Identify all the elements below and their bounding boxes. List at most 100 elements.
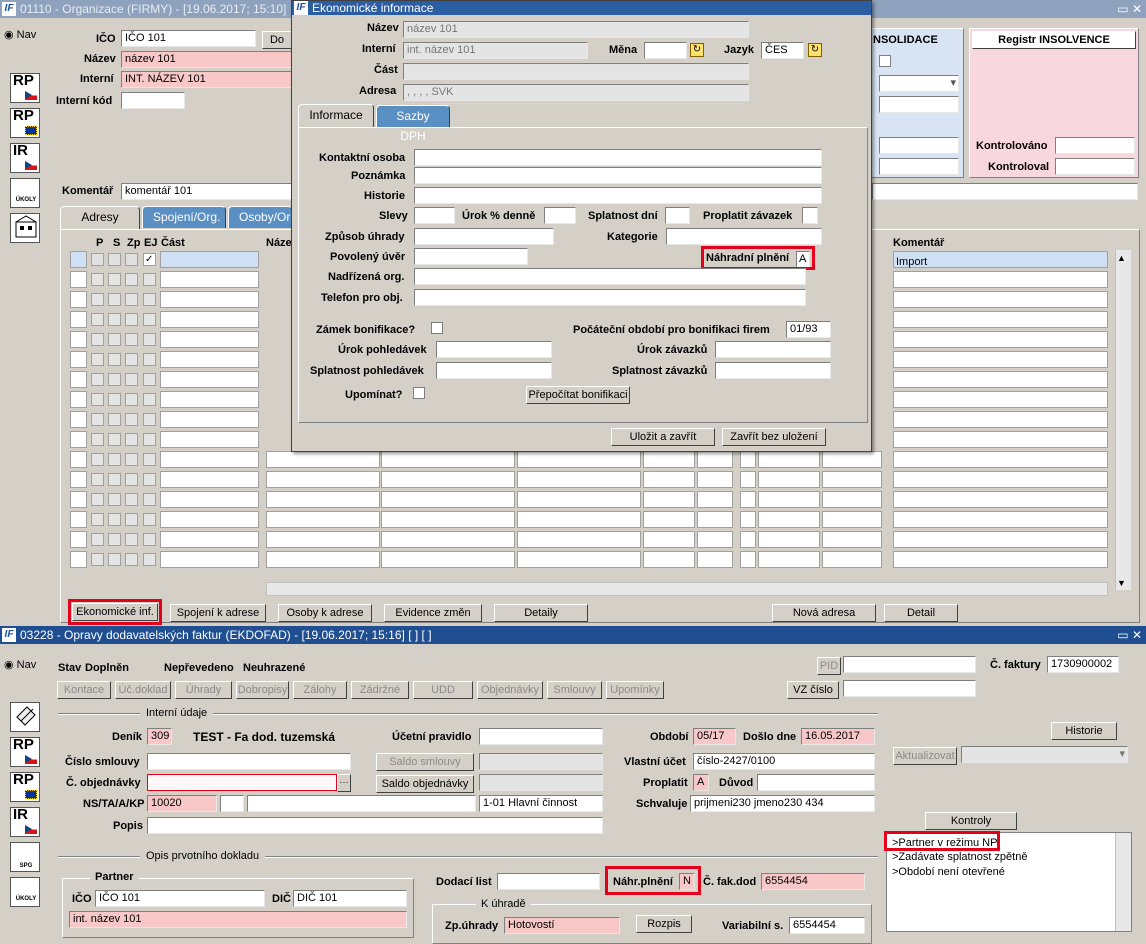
grid-cell[interactable] — [160, 471, 259, 488]
telefon-input[interactable] — [414, 289, 806, 306]
dlg-jazyk-input[interactable]: ČES — [761, 42, 804, 59]
edit-document-icon[interactable] — [10, 702, 40, 732]
proplatit-input-bottom[interactable]: A — [693, 774, 709, 791]
mena-lookup-icon[interactable]: ↻ — [690, 43, 704, 57]
grid-cell[interactable] — [381, 531, 515, 548]
toolbar-upom-nky-button[interactable]: Upomínky — [606, 681, 664, 699]
grid-cell[interactable] — [893, 471, 1108, 488]
grid-cell[interactable] — [160, 451, 259, 468]
schvaluje-input[interactable]: prijmeni230 jmeno230 434 — [690, 795, 875, 812]
grid-cell[interactable] — [160, 351, 259, 368]
grid-checkbox[interactable] — [143, 553, 156, 566]
row-selector[interactable] — [70, 471, 87, 488]
grid-cell[interactable] — [697, 551, 733, 568]
poznamka-input[interactable] — [414, 167, 822, 184]
evidence-zmen-button[interactable]: Evidence změn — [384, 604, 482, 622]
grid-checkbox[interactable] — [143, 373, 156, 386]
toolbar-z-dr-n--button[interactable]: Zádržné — [351, 681, 409, 699]
komentar-input-right[interactable] — [872, 183, 1138, 200]
splatnost-dni-input[interactable] — [665, 207, 690, 224]
grid-checkbox[interactable] — [108, 453, 121, 466]
grid-checkbox[interactable] — [125, 293, 138, 306]
vz-cislo-button[interactable]: VZ číslo — [787, 681, 839, 699]
grid-cell[interactable] — [893, 291, 1108, 308]
grid-cell[interactable] — [160, 391, 259, 408]
row-selector[interactable] — [70, 411, 87, 428]
grid-checkbox[interactable] — [143, 513, 156, 526]
pid-button[interactable]: PID — [817, 657, 841, 675]
grid-checkbox[interactable] — [108, 273, 121, 286]
grid-checkbox[interactable] — [143, 473, 156, 486]
grid-cell[interactable] — [740, 491, 756, 508]
rp-eu-icon-bottom[interactable]: RP — [10, 772, 40, 802]
grid-cell[interactable] — [160, 551, 259, 568]
urok-pohledavek-input[interactable] — [436, 341, 552, 358]
row-selector[interactable] — [70, 371, 87, 388]
grid-cell[interactable] — [643, 511, 695, 528]
grid-cell[interactable] — [381, 471, 515, 488]
aktualizovat-select[interactable]: ▾ — [961, 746, 1128, 763]
grid-cell[interactable] — [740, 531, 756, 548]
grid-cell[interactable] — [893, 451, 1108, 468]
konsolidace-field-2[interactable] — [879, 137, 959, 154]
grid-cell[interactable] — [893, 511, 1108, 528]
zavrit-bez-ulozeni-button[interactable]: Zavřít bez uložení — [722, 428, 826, 446]
grid-cell[interactable] — [381, 511, 515, 528]
grid-cell[interactable] — [160, 291, 259, 308]
historie-input[interactable] — [414, 187, 822, 204]
saldo-smlouvy-button[interactable]: Saldo smlouvy — [376, 753, 474, 771]
kategorie-input[interactable] — [666, 228, 822, 245]
grid-checkbox[interactable] — [143, 413, 156, 426]
nahradni-plneni-input[interactable]: A — [796, 251, 810, 268]
grid-cell[interactable] — [893, 411, 1108, 428]
grid-checkbox[interactable] — [91, 533, 104, 546]
row-selector[interactable] — [70, 291, 87, 308]
rp-eu-icon[interactable]: RP — [10, 108, 40, 138]
grid-checkbox[interactable] — [125, 393, 138, 406]
grid-checkbox[interactable] — [91, 253, 104, 266]
grid-checkbox[interactable] — [143, 453, 156, 466]
grid-cell[interactable] — [643, 491, 695, 508]
grid-checkbox[interactable] — [143, 493, 156, 506]
konsolidace-field-1[interactable] — [879, 96, 959, 113]
grid-cell[interactable] — [893, 531, 1108, 548]
c-fak-dod-input[interactable]: 6554454 — [761, 873, 865, 890]
row-selector[interactable] — [70, 431, 87, 448]
row-selector[interactable] — [70, 531, 87, 548]
grid-checkbox[interactable] — [108, 313, 121, 326]
ucetni-pravidlo-input[interactable] — [479, 728, 603, 745]
povoleny-uver-input[interactable] — [414, 248, 528, 265]
grid-checkbox[interactable] — [125, 493, 138, 506]
partner-dic-input[interactable]: DIČ 101 — [293, 890, 407, 907]
grid-cell[interactable] — [697, 491, 733, 508]
grid-cell[interactable] — [740, 451, 756, 468]
grid-checkbox[interactable] — [125, 553, 138, 566]
komentar-input[interactable]: komentář 101 — [121, 183, 292, 200]
ico-input[interactable]: IČO 101 — [121, 30, 256, 47]
pid-input[interactable] — [843, 656, 976, 673]
grid-checkbox[interactable] — [125, 433, 138, 446]
detaily-button[interactable]: Detaily — [494, 604, 588, 622]
kontaktni-osoba-input[interactable] — [414, 149, 822, 166]
grid-checkbox[interactable] — [91, 373, 104, 386]
grid-cell[interactable] — [160, 331, 259, 348]
row-selector[interactable] — [70, 511, 87, 528]
obdobi-input[interactable]: 05/17 — [693, 728, 736, 745]
row-selector[interactable] — [70, 491, 87, 508]
toolbar-kontace-button[interactable]: Kontace — [57, 681, 111, 699]
grid-checkbox[interactable] — [125, 373, 138, 386]
grid-cell[interactable] — [517, 451, 641, 468]
grid-checkbox[interactable] — [125, 513, 138, 526]
grid-cell[interactable] — [758, 471, 820, 488]
grid-cell[interactable] — [740, 551, 756, 568]
dlg-mena-input[interactable] — [644, 42, 687, 59]
toolbar-udd-button[interactable]: UDD — [413, 681, 473, 699]
vz-cislo-input[interactable] — [843, 680, 976, 697]
grid-cell[interactable] — [822, 511, 882, 528]
grid-checkbox[interactable] — [91, 493, 104, 506]
grid-checkbox[interactable] — [125, 473, 138, 486]
dodaci-list-input[interactable] — [497, 873, 600, 890]
rp-cz-icon-bottom[interactable]: RP — [10, 737, 40, 767]
grid-cell[interactable] — [517, 531, 641, 548]
grid-checkbox[interactable] — [125, 533, 138, 546]
